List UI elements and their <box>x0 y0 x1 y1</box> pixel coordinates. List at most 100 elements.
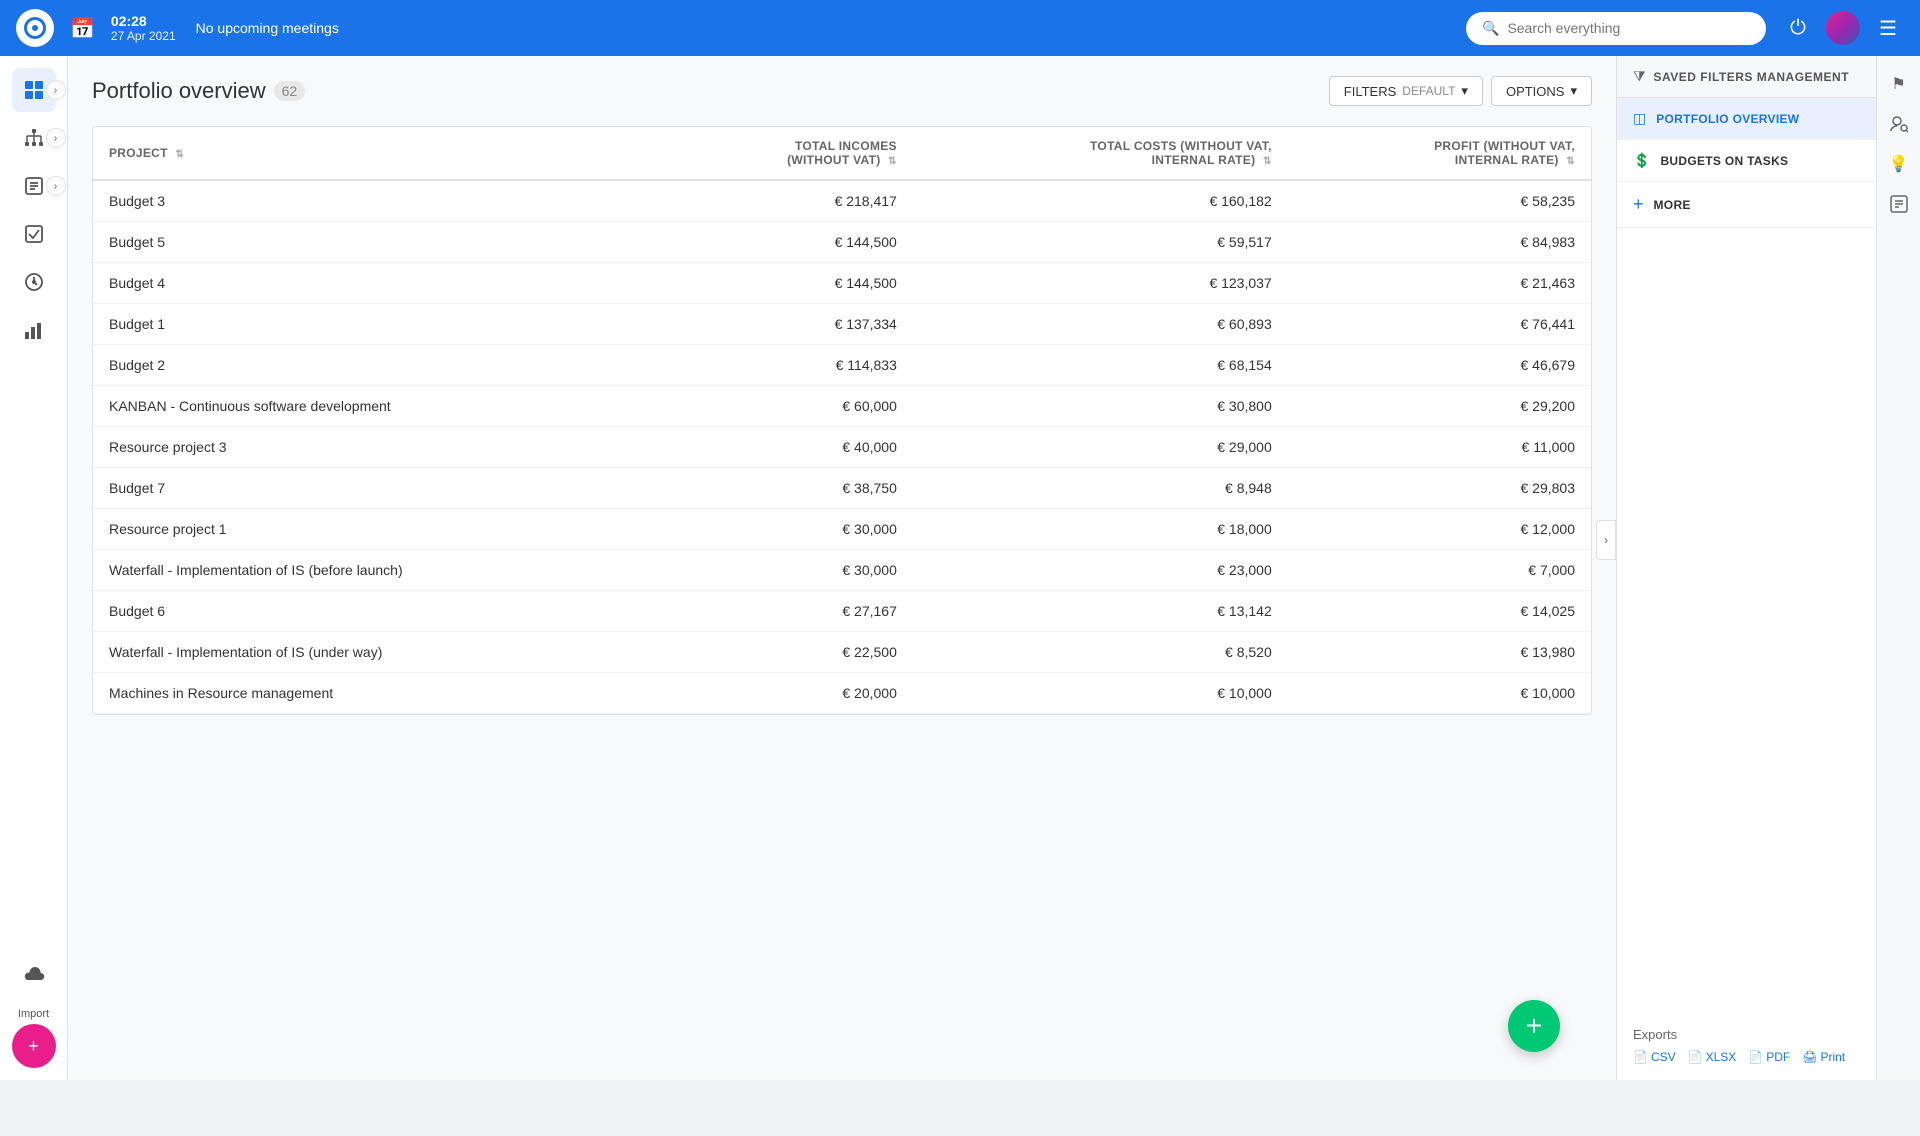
sidebar-expand-icon[interactable]: › <box>46 80 66 100</box>
portfolio-icon: ◫ <box>1633 110 1646 127</box>
cell-project: Resource project 3 <box>93 427 664 468</box>
exports-section: Exports 📄CSV 📄XLSX 📄PDF 🖨Print <box>1633 1027 1845 1064</box>
cell-costs: € 8,948 <box>913 468 1288 509</box>
avatar[interactable] <box>1826 11 1860 45</box>
sidebar-item-hierarchy[interactable]: › <box>12 116 56 160</box>
import-button[interactable]: + <box>12 1024 56 1068</box>
table-row[interactable]: Budget 7 € 38,750 € 8,948 € 29,803 <box>93 468 1591 509</box>
checklist-button[interactable] <box>1883 188 1915 220</box>
cell-incomes: € 38,750 <box>664 468 913 509</box>
side-menu-item-portfolio[interactable]: ◫ PORTFOLIO OVERVIEW <box>1617 98 1876 140</box>
sort-icon-costs[interactable]: ⇅ <box>1263 156 1272 167</box>
sidebar: › › › Import + <box>0 56 68 1080</box>
cell-costs: € 8,520 <box>913 632 1288 673</box>
page-actions: FILTERS DEFAULT ▾ OPTIONS ▾ <box>1329 76 1592 106</box>
search-box[interactable]: 🔍 <box>1466 12 1766 45</box>
sidebar-item-dashboard[interactable]: › <box>12 68 56 112</box>
cell-incomes: € 114,833 <box>664 345 913 386</box>
table-row[interactable]: Waterfall - Implementation of IS (before… <box>93 550 1591 591</box>
cell-profit: € 29,200 <box>1288 386 1591 427</box>
table-row[interactable]: Machines in Resource management € 20,000… <box>93 673 1591 714</box>
export-pdf[interactable]: 📄PDF <box>1748 1050 1790 1064</box>
table-row[interactable]: Budget 4 € 144,500 € 123,037 € 21,463 <box>93 263 1591 304</box>
cell-costs: € 29,000 <box>913 427 1288 468</box>
export-csv[interactable]: 📄CSV <box>1633 1050 1676 1064</box>
export-print[interactable]: 🖨Print <box>1802 1050 1845 1064</box>
options-button[interactable]: OPTIONS ▾ <box>1491 76 1592 106</box>
cell-profit: € 13,980 <box>1288 632 1591 673</box>
side-menu-item-more-label: MORE <box>1654 198 1691 212</box>
side-menu-header: ⧩ SAVED FILTERS MANAGEMENT <box>1617 56 1876 98</box>
person-search-button[interactable] <box>1883 108 1915 140</box>
cell-costs: € 18,000 <box>913 509 1288 550</box>
filter-icon: ⧩ <box>1633 68 1646 85</box>
portfolio-table: PROJECT ⇅ TOTAL INCOMES(WITHOUT VAT) ⇅ T… <box>92 126 1592 715</box>
cell-project: Waterfall - Implementation of IS (before… <box>93 550 664 591</box>
sidebar-item-time[interactable] <box>12 260 56 304</box>
calendar-icon: 📅 <box>70 16 95 41</box>
cell-incomes: € 22,500 <box>664 632 913 673</box>
filters-button[interactable]: FILTERS DEFAULT ▾ <box>1329 76 1483 106</box>
side-menu-item-budgets-label: BUDGETS ON TASKS <box>1660 154 1788 168</box>
cell-project: Budget 3 <box>93 180 664 222</box>
table-header-row: PROJECT ⇅ TOTAL INCOMES(WITHOUT VAT) ⇅ T… <box>93 127 1591 180</box>
print-icon: 🖨 <box>1802 1050 1817 1064</box>
cell-profit: € 58,235 <box>1288 180 1591 222</box>
exports-title: Exports <box>1633 1027 1845 1042</box>
table-row[interactable]: Budget 5 € 144,500 € 59,517 € 84,983 <box>93 222 1591 263</box>
side-menu-title: SAVED FILTERS MANAGEMENT <box>1654 70 1850 84</box>
cell-costs: € 123,037 <box>913 263 1288 304</box>
sidebar-item-reports[interactable] <box>12 308 56 352</box>
power-button[interactable]: ⏻ <box>1782 12 1814 44</box>
export-xlsx[interactable]: 📄XLSX <box>1688 1050 1737 1064</box>
col-project: PROJECT ⇅ <box>93 127 664 180</box>
exports-links: 📄CSV 📄XLSX 📄PDF 🖨Print <box>1633 1050 1845 1064</box>
side-menu-item-budgets[interactable]: 💲 BUDGETS ON TASKS <box>1617 140 1876 182</box>
cell-profit: € 12,000 <box>1288 509 1591 550</box>
table-row[interactable]: Resource project 3 € 40,000 € 29,000 € 1… <box>93 427 1591 468</box>
cell-incomes: € 218,417 <box>664 180 913 222</box>
cell-project: Budget 1 <box>93 304 664 345</box>
table-row[interactable]: Budget 2 € 114,833 € 68,154 € 46,679 <box>93 345 1591 386</box>
sidebar-item-tasks[interactable]: › <box>12 164 56 208</box>
sidebar-item-cloud[interactable] <box>12 952 56 996</box>
csv-doc-icon: 📄 <box>1633 1050 1648 1064</box>
sidebar-expand-icon-3[interactable]: › <box>46 176 66 196</box>
current-time: 02:28 <box>111 13 176 29</box>
search-icon: 🔍 <box>1482 20 1499 37</box>
flag-button[interactable]: ⚑ <box>1883 68 1915 100</box>
table-row[interactable]: Resource project 1 € 30,000 € 18,000 € 1… <box>93 509 1591 550</box>
menu-button[interactable]: ☰ <box>1872 12 1904 44</box>
cell-project: Budget 4 <box>93 263 664 304</box>
sidebar-item-approvals[interactable] <box>12 212 56 256</box>
sidebar-expand-icon-2[interactable]: › <box>46 128 66 148</box>
bulb-button[interactable]: 💡 <box>1883 148 1915 180</box>
cell-incomes: € 27,167 <box>664 591 913 632</box>
table-row[interactable]: Budget 6 € 27,167 € 13,142 € 14,025 <box>93 591 1591 632</box>
page-title: Portfolio overview <box>92 78 266 104</box>
table-row[interactable]: KANBAN - Continuous software development… <box>93 386 1591 427</box>
collapse-panel-button[interactable]: › <box>1596 520 1616 560</box>
cell-project: Budget 7 <box>93 468 664 509</box>
cell-project: Machines in Resource management <box>93 673 664 714</box>
cell-profit: € 46,679 <box>1288 345 1591 386</box>
search-input[interactable] <box>1507 20 1750 36</box>
meeting-info: 02:28 27 Apr 2021 <box>111 13 176 43</box>
app-logo[interactable] <box>16 9 54 47</box>
add-fab-button[interactable]: + <box>1508 1000 1560 1052</box>
table-row[interactable]: Waterfall - Implementation of IS (under … <box>93 632 1591 673</box>
cell-project: Waterfall - Implementation of IS (under … <box>93 632 664 673</box>
col-profit: PROFIT (WITHOUT VAT,INTERNAL RATE) ⇅ <box>1288 127 1591 180</box>
table-row[interactable]: Budget 3 € 218,417 € 160,182 € 58,235 <box>93 180 1591 222</box>
cell-costs: € 13,142 <box>913 591 1288 632</box>
col-incomes: TOTAL INCOMES(WITHOUT VAT) ⇅ <box>664 127 913 180</box>
sort-icon-incomes[interactable]: ⇅ <box>888 156 897 167</box>
cell-profit: € 7,000 <box>1288 550 1591 591</box>
cell-costs: € 160,182 <box>913 180 1288 222</box>
cell-incomes: € 30,000 <box>664 550 913 591</box>
sort-icon-profit[interactable]: ⇅ <box>1566 156 1575 167</box>
cell-incomes: € 20,000 <box>664 673 913 714</box>
side-menu-item-more[interactable]: + MORE <box>1617 182 1876 228</box>
table-row[interactable]: Budget 1 € 137,334 € 60,893 € 76,441 <box>93 304 1591 345</box>
sort-icon-project[interactable]: ⇅ <box>175 149 184 160</box>
